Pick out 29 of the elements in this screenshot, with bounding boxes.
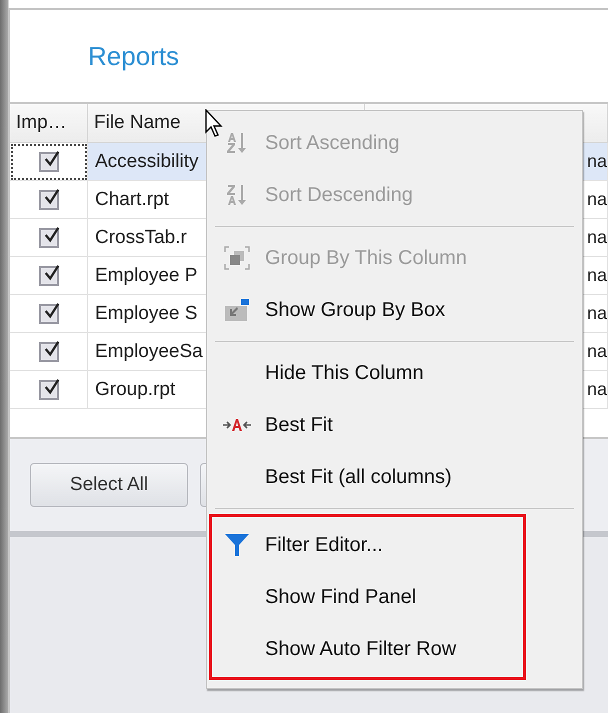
checkbox[interactable]: [38, 152, 58, 172]
checkbox-cell[interactable]: [10, 333, 88, 371]
table-cell: na: [586, 227, 607, 248]
menu-item[interactable]: Best Fit (all columns): [209, 451, 582, 503]
column-header[interactable]: Imp…: [10, 104, 88, 142]
checkbox-cell[interactable]: [10, 143, 88, 181]
checkbox[interactable]: [38, 190, 58, 210]
checkbox[interactable]: [38, 304, 58, 324]
checkbox-cell[interactable]: [10, 257, 88, 295]
checkbox[interactable]: [38, 228, 58, 248]
select-all-button[interactable]: Select All: [30, 463, 188, 507]
window-title: Reports: [88, 40, 180, 72]
table-cell: na: [586, 379, 607, 400]
cursor-icon: [205, 109, 225, 139]
checkbox-cell[interactable]: [10, 181, 88, 219]
checkbox[interactable]: [38, 266, 58, 286]
menu-item[interactable]: Show Find Panel: [209, 571, 523, 623]
checkbox-cell[interactable]: [10, 295, 88, 333]
checkbox-cell[interactable]: [10, 219, 88, 257]
table-cell: na: [586, 341, 607, 362]
menu-item[interactable]: Show Auto Filter Row: [209, 623, 523, 675]
table-cell: na: [586, 303, 607, 324]
table-cell: na: [586, 151, 607, 172]
table-cell: na: [586, 189, 607, 210]
checkbox[interactable]: [38, 380, 58, 400]
checkbox-cell[interactable]: [10, 371, 88, 409]
menu-item[interactable]: Filter Editor...: [209, 519, 523, 571]
table-cell: na: [586, 265, 607, 286]
checkbox[interactable]: [38, 342, 58, 362]
